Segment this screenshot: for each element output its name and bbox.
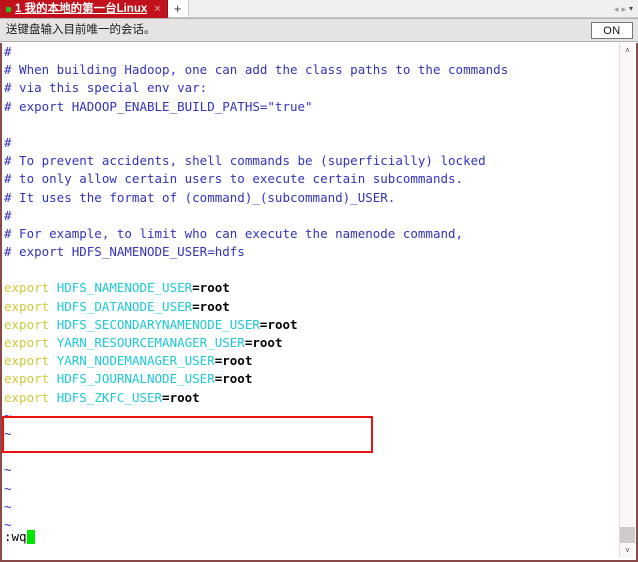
shell-keyword: export — [4, 389, 50, 405]
scroll-up-icon[interactable]: ˄ — [620, 43, 635, 58]
vim-status-line: :wq — [4, 528, 35, 546]
tab-nav-controls: ◂ ▸ ▾ — [614, 0, 636, 18]
comment-text: # via this special env var: — [4, 80, 208, 96]
env-variable-name: HDFS_NAMENODE_USER — [56, 280, 193, 296]
shell-keyword: export — [4, 316, 50, 332]
env-variable-name: YARN_RESOURCEMANAGER_USER — [56, 335, 245, 350]
scroll-down-icon[interactable]: ˅ — [620, 543, 635, 558]
chevron-down-icon[interactable]: ▾ — [629, 0, 633, 18]
env-variable-value: =root — [244, 335, 283, 350]
env-variable-name: HDFS_JOURNALNODE_USER — [56, 371, 215, 387]
comment-text: # export HADOOP_ENABLE_BUILD_PATHS="true… — [4, 98, 313, 114]
tab-next-icon[interactable]: ▸ — [621, 0, 626, 18]
terminal-line: export YARN_RESOURCEMANAGER_USER=root — [4, 334, 618, 352]
env-variable-value: =root — [162, 389, 200, 405]
env-variable-value: =root — [214, 371, 253, 387]
close-icon[interactable]: × — [154, 0, 160, 18]
terminal-line: # — [4, 134, 618, 152]
vim-empty-line-marker: ~ — [4, 425, 12, 441]
terminal-line: ~ — [4, 443, 618, 461]
shell-keyword: export — [4, 371, 50, 387]
comment-text: # — [4, 44, 12, 59]
terminal-screen: # # When building Hadoop, one can add the… — [4, 43, 618, 558]
terminal-line: ~ — [4, 425, 618, 443]
comment-text: # When building Hadoop, one can add the … — [4, 62, 509, 78]
comment-text: # — [4, 207, 12, 223]
vim-empty-line-marker: ~ — [4, 407, 12, 423]
shell-keyword: export — [4, 353, 50, 369]
vim-empty-line-marker: ~ — [4, 462, 12, 478]
block-cursor — [26, 530, 35, 544]
terminal-window: 1 我的本地的第一台Linux × + ◂ ▸ ▾ 送键盘输入目前唯一的会话。 … — [0, 0, 638, 562]
scrollbar-thumb[interactable] — [620, 527, 635, 543]
env-variable-name: YARN_NODEMANAGER_USER — [56, 353, 215, 369]
terminal-line: ~ — [4, 461, 618, 479]
terminal-line: ~ — [4, 516, 618, 534]
toolbar-label: 送键盘输入目前唯一的会话。 — [6, 24, 156, 36]
env-variable-value: =root — [259, 316, 298, 332]
comment-text: # — [4, 134, 12, 150]
session-tab-label: 1 我的本地的第一台Linux — [15, 3, 148, 15]
terminal-pane[interactable]: # # When building Hadoop, one can add the… — [0, 43, 638, 562]
comment-text: # to only allow certain users to execute… — [4, 171, 464, 187]
vim-empty-line-marker: ~ — [4, 444, 12, 460]
terminal-line: # When building Hadoop, one can add the … — [4, 61, 618, 79]
terminal-line: export HDFS_JOURNALNODE_USER=root — [4, 370, 618, 388]
terminal-line: ~ — [4, 480, 618, 498]
terminal-line: # For example, to limit who can execute … — [4, 225, 618, 243]
terminal-line: ~ — [4, 498, 618, 516]
env-variable-name: HDFS_SECONDARYNAMENODE_USER — [56, 316, 260, 332]
comment-text: # To prevent accidents, shell commands b… — [4, 153, 486, 169]
tab-prev-icon[interactable]: ◂ — [614, 0, 619, 18]
new-tab-button[interactable]: + — [167, 0, 189, 18]
env-variable-name: HDFS_DATANODE_USER — [56, 298, 193, 314]
vim-empty-line-marker: ~ — [4, 498, 12, 514]
terminal-line: export YARN_NODEMANAGER_USER=root — [4, 352, 618, 370]
env-variable-name: HDFS_ZKFC_USER — [56, 389, 163, 405]
env-variable-value: =root — [192, 298, 230, 314]
shell-keyword: export — [4, 335, 50, 350]
terminal-line: # To prevent accidents, shell commands b… — [4, 152, 618, 170]
shell-keyword: export — [4, 298, 50, 314]
comment-text: # It uses the format of (command)_(subco… — [4, 189, 396, 205]
env-variable-value: =root — [192, 280, 230, 296]
vim-empty-line-marker: ~ — [4, 480, 12, 496]
terminal-line: export HDFS_SECONDARYNAMENODE_USER=root — [4, 316, 618, 334]
vim-command-text: :wq — [4, 529, 27, 544]
terminal-line: # It uses the format of (command)_(subco… — [4, 189, 618, 207]
keyboard-broadcast-toggle[interactable]: ON — [591, 22, 633, 39]
comment-text: # For example, to limit who can execute … — [4, 225, 464, 241]
vertical-scrollbar[interactable]: ˄ ˅ — [619, 43, 635, 558]
connected-dot-icon — [6, 6, 11, 12]
session-toolbar: 送键盘输入目前唯一的会话。 ON — [0, 18, 638, 42]
comment-text: # export HDFS_NAMENODE_USER=hdfs — [4, 244, 245, 260]
terminal-line: # export HDFS_NAMENODE_USER=hdfs — [4, 243, 618, 261]
terminal-line: # export HADOOP_ENABLE_BUILD_PATHS="true… — [4, 98, 618, 116]
terminal-line: ~ — [4, 407, 618, 425]
terminal-line: # — [4, 43, 618, 61]
terminal-line: # via this special env var: — [4, 79, 618, 97]
tab-bar-filler — [188, 0, 638, 18]
terminal-line: export HDFS_NAMENODE_USER=root — [4, 279, 618, 297]
terminal-line: export HDFS_ZKFC_USER=root — [4, 389, 618, 407]
terminal-line: # — [4, 207, 618, 225]
tab-bar: 1 我的本地的第一台Linux × + ◂ ▸ ▾ — [0, 0, 638, 18]
terminal-line: # to only allow certain users to execute… — [4, 170, 618, 188]
terminal-line: export HDFS_DATANODE_USER=root — [4, 298, 618, 316]
env-variable-value: =root — [214, 353, 253, 369]
session-tab-1[interactable]: 1 我的本地的第一台Linux × — [0, 0, 168, 18]
shell-keyword: export — [4, 280, 50, 296]
